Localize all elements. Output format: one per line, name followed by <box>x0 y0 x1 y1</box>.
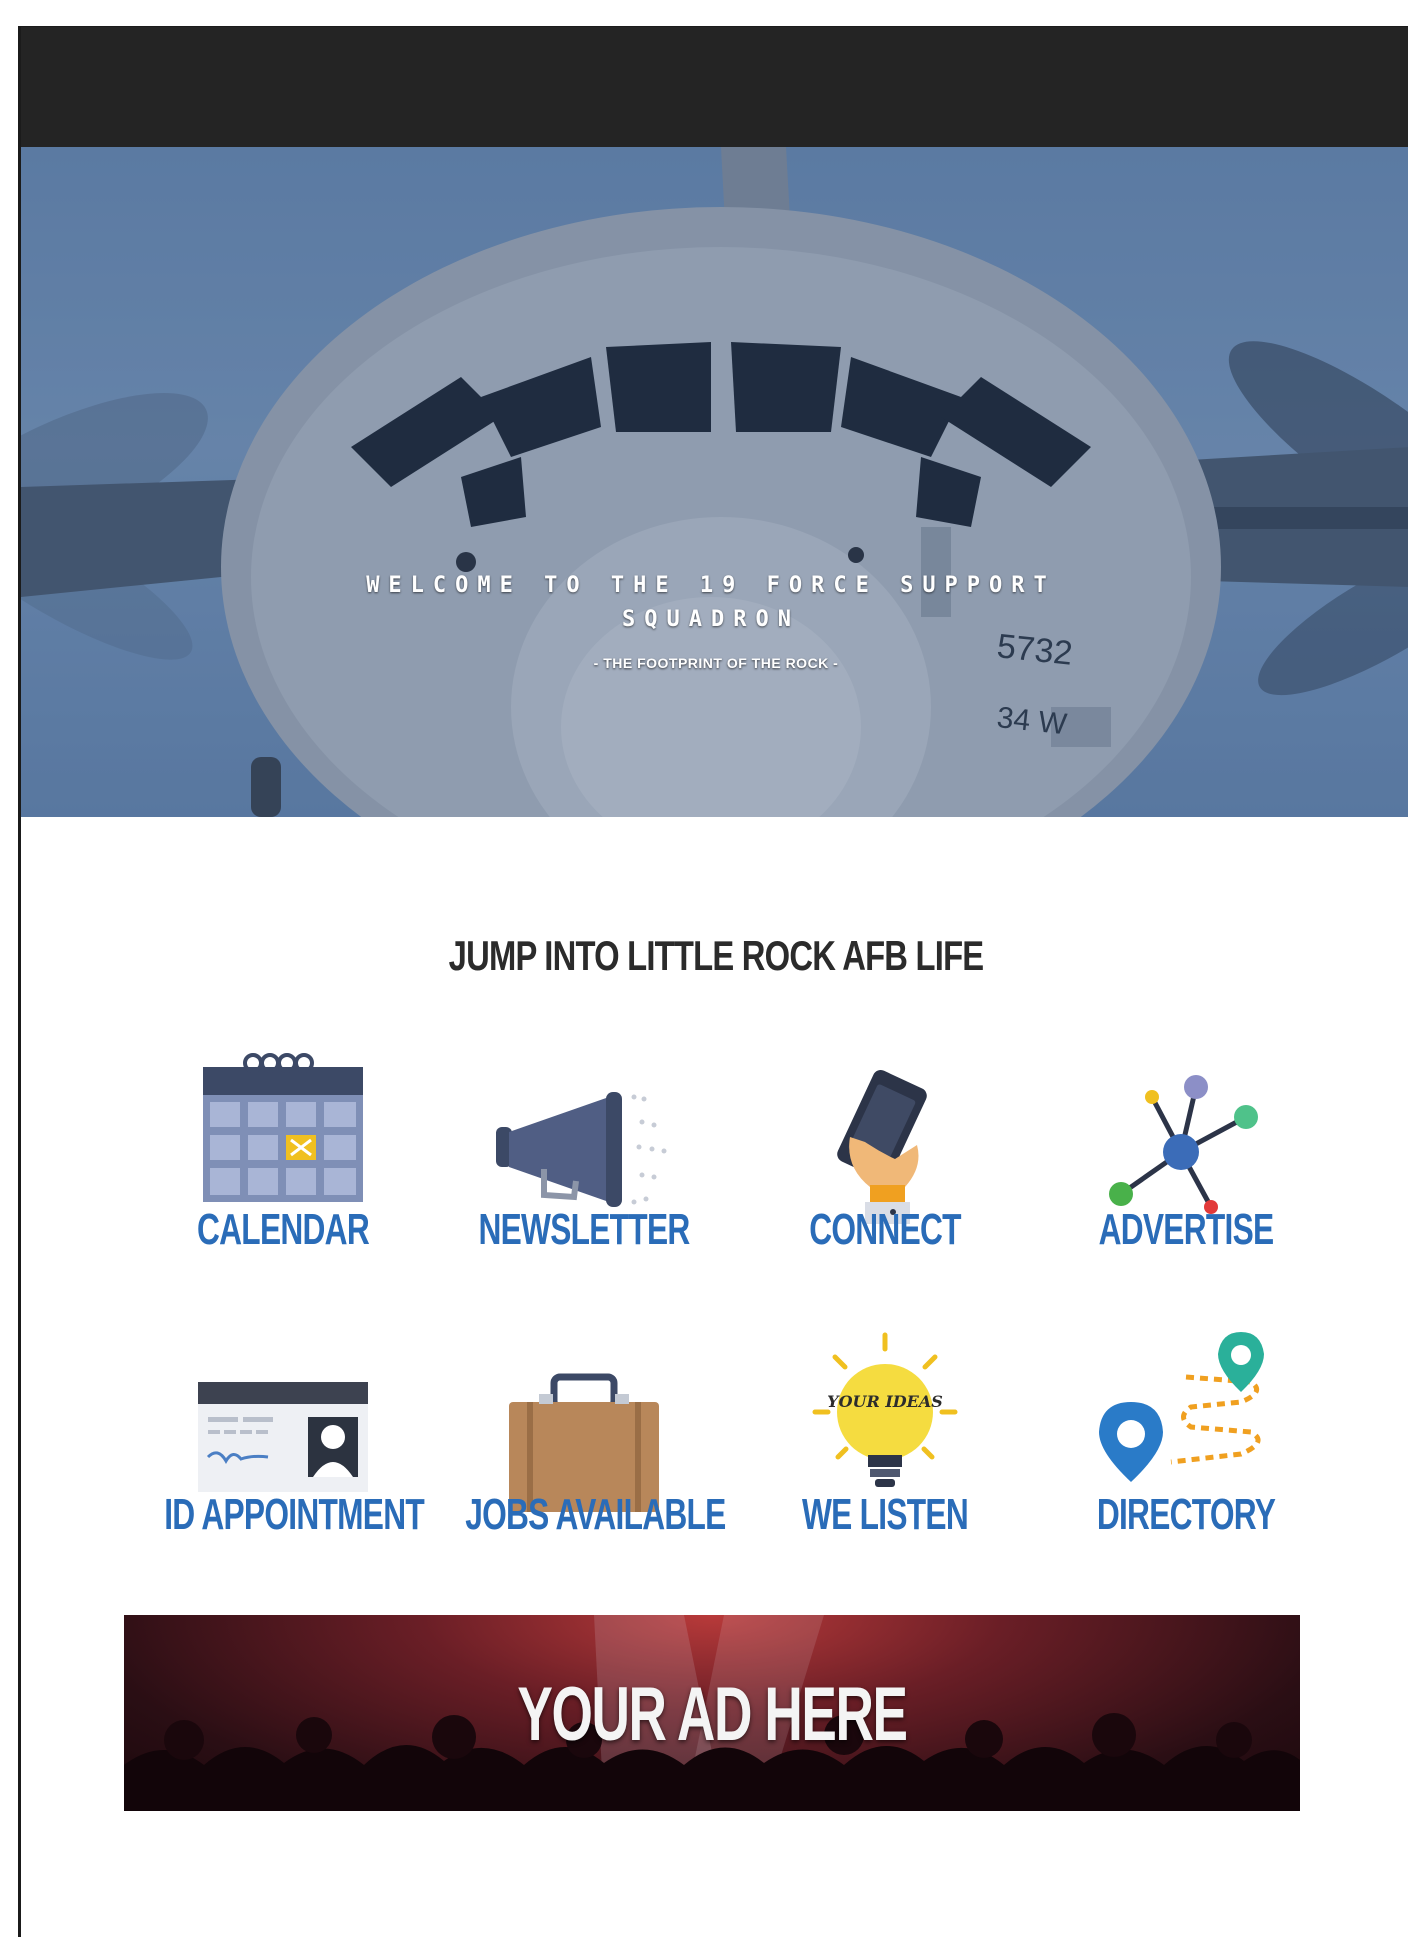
phone-in-hand-icon <box>837 1070 927 1224</box>
tile-label-newsletter: NEWSLETTER <box>478 1205 690 1254</box>
tile-jobs-available[interactable]: JOBS AVAILABLE <box>439 1332 729 1572</box>
tile-connect[interactable]: CONNECT <box>740 1047 1030 1287</box>
map-pins-icon <box>1099 1332 1264 1482</box>
tile-label-directory: DIRECTORY <box>1096 1490 1276 1539</box>
top-navigation-bar <box>21 27 1408 147</box>
ad-banner[interactable]: YOUR AD HERE <box>124 1615 1300 1811</box>
ad-label: YOUR AD HERE <box>517 1672 908 1757</box>
hero-overlay <box>21 147 1408 817</box>
lightbulb-text: YOUR IDEAS <box>827 1392 943 1411</box>
section-title: JUMP INTO LITTLE ROCK AFB LIFE <box>448 932 985 979</box>
tile-newsletter[interactable]: NEWSLETTER <box>439 1047 729 1287</box>
tile-label-id-appointment: ID APPOINTMENT <box>164 1490 425 1539</box>
network-icon <box>1109 1075 1258 1214</box>
calendar-icon <box>203 1053 363 1202</box>
hero-banner: 5732 34 W WELCOME TO THE 19 FORCE SUPPOR… <box>21 147 1408 817</box>
tile-label-jobs-available: JOBS AVAILABLE <box>465 1490 726 1539</box>
tile-id-appointment[interactable]: ID APPOINTMENT <box>138 1332 428 1572</box>
tile-calendar[interactable]: CALENDAR <box>138 1047 428 1287</box>
tile-label-calendar: CALENDAR <box>196 1205 370 1254</box>
phone-screen: 5732 34 W WELCOME TO THE 19 FORCE SUPPOR… <box>18 26 1408 1937</box>
tile-we-listen[interactable]: YOUR IDEAS WE LISTEN <box>740 1332 1030 1572</box>
tile-directory[interactable]: DIRECTORY <box>1041 1332 1331 1572</box>
tile-label-advertise: ADVERTISE <box>1098 1205 1275 1254</box>
lightbulb-icon: YOUR IDEAS <box>812 1332 958 1487</box>
tile-label-we-listen: WE LISTEN <box>801 1490 969 1539</box>
tile-label-connect: CONNECT <box>809 1205 961 1254</box>
tile-advertise[interactable]: ADVERTISE <box>1041 1047 1331 1287</box>
hero-title: WELCOME TO THE 19 FORCE SUPPORT SQUADRON <box>366 573 1056 632</box>
hero-subtitle: - THE FOOTPRINT OF THE ROCK - <box>593 655 839 671</box>
